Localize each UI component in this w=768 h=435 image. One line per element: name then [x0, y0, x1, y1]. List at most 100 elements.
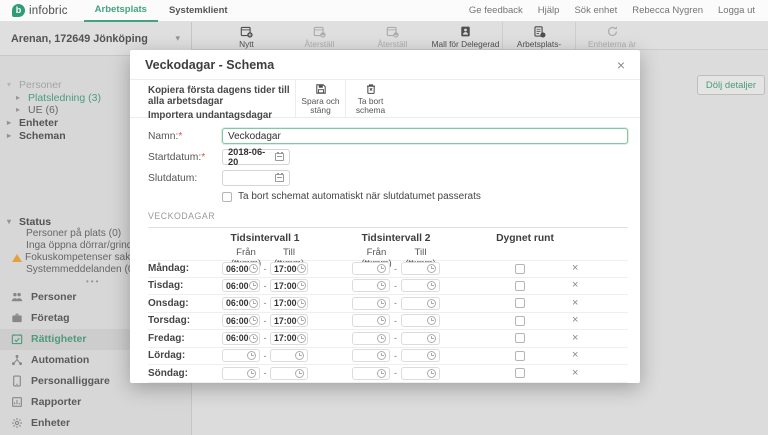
clear-row-button[interactable]: × — [572, 350, 578, 361]
clock-icon[interactable] — [297, 264, 306, 273]
copy-first-day-link[interactable]: Kopiera första dagens tider till alla ar… — [148, 85, 295, 107]
clock-icon[interactable] — [249, 299, 258, 308]
time-from-2-input[interactable] — [352, 262, 390, 275]
time-from-1-input[interactable]: 06:00 — [222, 262, 260, 275]
time-to-2-input[interactable] — [401, 349, 440, 362]
all-day-checkbox[interactable] — [515, 264, 525, 274]
chevron-right-icon[interactable]: ▸ — [7, 117, 15, 130]
all-day-checkbox[interactable] — [515, 368, 525, 378]
all-day-checkbox[interactable] — [515, 316, 525, 326]
topbar-link-s-k-enhet[interactable]: Sök enhet — [574, 5, 617, 16]
chevron-right-icon[interactable]: ▸ — [16, 92, 24, 105]
clock-icon[interactable] — [377, 351, 386, 360]
time-to-1-input[interactable]: 17:00 — [270, 297, 308, 310]
time-to-1-input[interactable]: 17:00 — [270, 314, 308, 327]
time-from-2-input[interactable] — [352, 297, 390, 310]
time-to-1-input[interactable]: 17:00 — [270, 262, 308, 275]
name-input[interactable] — [222, 128, 628, 144]
end-date-label: Slutdatum: — [148, 173, 222, 184]
clock-icon[interactable] — [295, 369, 304, 378]
auto-remove-checkbox[interactable] — [222, 192, 232, 202]
hide-details-button[interactable]: Dölj detaljer — [697, 75, 765, 95]
toolbar-item-arbetsplats-4[interactable]: Arbetsplats- — [502, 22, 575, 49]
clock-icon[interactable] — [377, 264, 386, 273]
all-day-checkbox[interactable] — [515, 333, 525, 343]
tab-systemklient[interactable]: Systemklient — [158, 0, 239, 22]
topbar-link-rebecca-nygren[interactable]: Rebecca Nygren — [632, 5, 703, 16]
clock-icon[interactable] — [247, 351, 256, 360]
clock-icon[interactable] — [377, 299, 386, 308]
clock-icon[interactable] — [377, 334, 386, 343]
clock-icon[interactable] — [377, 316, 386, 325]
clock-icon[interactable] — [297, 334, 306, 343]
time-to-1-input[interactable] — [270, 367, 308, 380]
start-date-input[interactable]: 2018-06-20 — [222, 149, 290, 165]
clock-icon[interactable] — [427, 316, 436, 325]
clock-icon[interactable] — [249, 281, 258, 290]
clear-row-button[interactable]: × — [572, 263, 578, 274]
clear-row-button[interactable]: × — [572, 315, 578, 326]
save-and-close-button[interactable]: Spara och stäng — [295, 80, 345, 117]
chevron-down-icon[interactable]: ▾ — [7, 79, 15, 92]
clock-icon[interactable] — [377, 369, 386, 378]
time-to-1-input[interactable]: 17:00 — [270, 332, 308, 345]
clock-icon[interactable] — [427, 369, 436, 378]
import-exception-days-link[interactable]: Importera undantagsdagar — [148, 110, 295, 121]
time-from-1-input[interactable] — [222, 367, 260, 380]
clear-row-button[interactable]: × — [572, 333, 578, 344]
time-to-1-input[interactable]: 17:00 — [270, 279, 308, 292]
time-to-2-input[interactable] — [401, 279, 440, 292]
time-from-1-input[interactable] — [222, 349, 260, 362]
clock-icon[interactable] — [297, 281, 306, 290]
time-to-2-input[interactable] — [401, 297, 440, 310]
all-day-checkbox[interactable] — [515, 298, 525, 308]
topbar-link-logga-ut[interactable]: Logga ut — [718, 5, 755, 16]
toolbar-item-nytt-0[interactable]: Nytt — [210, 22, 283, 49]
tab-arbetsplats[interactable]: Arbetsplats — [84, 0, 158, 22]
clock-icon[interactable] — [249, 334, 258, 343]
clock-icon[interactable] — [249, 316, 258, 325]
topbar-link-hj-lp[interactable]: Hjälp — [538, 5, 560, 16]
time-from-2-input[interactable] — [352, 367, 390, 380]
clock-icon[interactable] — [297, 316, 306, 325]
time-from-1-input[interactable]: 06:00 — [222, 279, 260, 292]
calendar-icon[interactable] — [275, 153, 284, 161]
clock-icon[interactable] — [427, 281, 436, 290]
chevron-right-icon[interactable]: ▸ — [7, 130, 15, 143]
time-to-2-input[interactable] — [401, 332, 440, 345]
clock-icon[interactable] — [377, 281, 386, 290]
sidebar-item-enheter[interactable]: Enheter — [0, 413, 191, 434]
clock-icon[interactable] — [427, 264, 436, 273]
time-from-1-input[interactable]: 06:00 — [222, 314, 260, 327]
toolbar-item-mall-f-r-delegerad-3[interactable]: Mall för Delegerad — [429, 22, 502, 49]
time-to-2-input[interactable] — [401, 367, 440, 380]
time-to-2-input[interactable] — [401, 314, 440, 327]
time-from-2-input[interactable] — [352, 279, 390, 292]
close-icon[interactable]: × — [617, 58, 625, 72]
clock-icon[interactable] — [295, 351, 304, 360]
topbar-link-ge-feedback[interactable]: Ge feedback — [469, 5, 523, 16]
clock-icon[interactable] — [249, 264, 258, 273]
time-from-1-input[interactable]: 06:00 — [222, 332, 260, 345]
time-to-2-input[interactable] — [401, 262, 440, 275]
calendar-icon[interactable] — [275, 174, 284, 182]
time-from-2-input[interactable] — [352, 349, 390, 362]
time-from-1-input[interactable]: 06:00 — [222, 297, 260, 310]
time-to-1-input[interactable] — [270, 349, 308, 362]
clock-icon[interactable] — [247, 369, 256, 378]
time-from-2-input[interactable] — [352, 314, 390, 327]
clock-icon[interactable] — [427, 351, 436, 360]
clock-icon[interactable] — [297, 299, 306, 308]
clock-icon[interactable] — [427, 299, 436, 308]
sidebar-item-rapporter[interactable]: Rapporter — [0, 392, 191, 413]
all-day-checkbox[interactable] — [515, 351, 525, 361]
time-from-2-input[interactable] — [352, 332, 390, 345]
all-day-checkbox[interactable] — [515, 281, 525, 291]
chevron-right-icon[interactable]: ▸ — [16, 104, 24, 117]
delete-schedule-button[interactable]: Ta bort schema — [345, 80, 395, 117]
clear-row-button[interactable]: × — [572, 298, 578, 309]
end-date-input[interactable] — [222, 170, 290, 186]
clear-row-button[interactable]: × — [572, 280, 578, 291]
clock-icon[interactable] — [427, 334, 436, 343]
clear-row-button[interactable]: × — [572, 368, 578, 379]
